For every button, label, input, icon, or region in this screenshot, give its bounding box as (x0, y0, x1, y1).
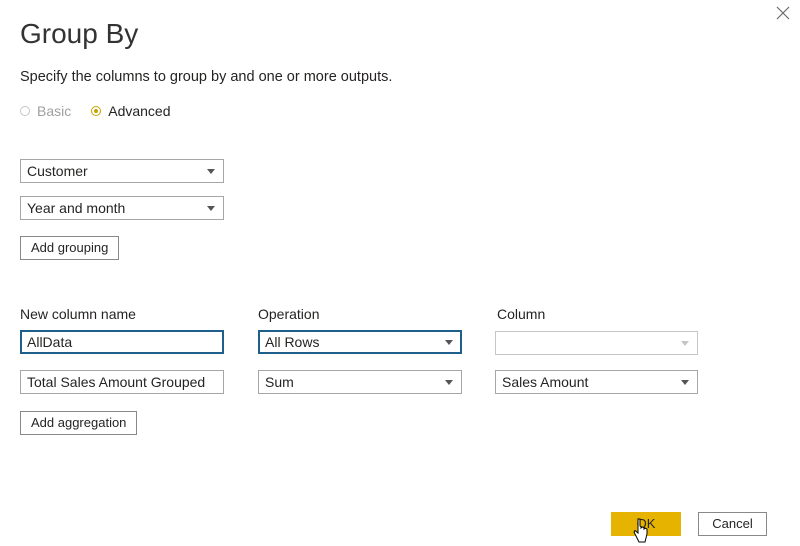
chevron-down-icon (681, 341, 689, 346)
chevron-down-icon (207, 206, 215, 211)
column-select-1[interactable] (495, 331, 698, 355)
header-column: Column (497, 306, 546, 322)
cancel-button[interactable]: Cancel (698, 512, 767, 536)
header-new-column-name: New column name (20, 306, 136, 322)
add-grouping-button[interactable]: Add grouping (20, 236, 120, 260)
grouping-select-year-month[interactable]: Year and month (20, 196, 224, 220)
radio-basic[interactable]: Basic (20, 102, 71, 120)
radio-basic-label: Basic (37, 103, 72, 119)
radio-advanced[interactable]: Advanced (91, 102, 171, 120)
column-select-2-value: Sales Amount (502, 374, 589, 390)
operation-select-1[interactable]: All Rows (258, 330, 462, 354)
column-select-2[interactable]: Sales Amount (495, 370, 698, 394)
radio-basic-circle (20, 106, 30, 116)
close-button[interactable] (772, 2, 794, 24)
add-aggregation-button[interactable]: Add aggregation (20, 411, 138, 435)
grouping-select-customer-value: Customer (27, 163, 88, 179)
chevron-down-icon (445, 380, 453, 385)
grouping-select-year-month-value: Year and month (27, 200, 126, 216)
new-column-name-input-2[interactable] (20, 370, 224, 394)
operation-select-2-value: Sum (265, 374, 294, 390)
operation-select-1-value: All Rows (265, 334, 320, 350)
dialog-title: Group By (20, 18, 139, 49)
radio-advanced-label: Advanced (108, 103, 171, 119)
header-operation: Operation (258, 306, 320, 322)
ok-button[interactable]: OK (611, 512, 681, 536)
grouping-select-customer[interactable]: Customer (20, 159, 224, 183)
operation-select-2[interactable]: Sum (258, 370, 462, 394)
chevron-down-icon (207, 169, 215, 174)
dialog-subtitle: Specify the columns to group by and one … (20, 69, 393, 85)
chevron-down-icon (681, 380, 689, 385)
new-column-name-input-1[interactable] (20, 330, 224, 354)
close-icon (776, 6, 790, 20)
group-by-dialog: Group By Specify the columns to group by… (0, 0, 800, 546)
chevron-down-icon (445, 340, 453, 345)
radio-advanced-circle (91, 106, 102, 116)
mode-radio-group: Basic Advanced (20, 102, 171, 120)
